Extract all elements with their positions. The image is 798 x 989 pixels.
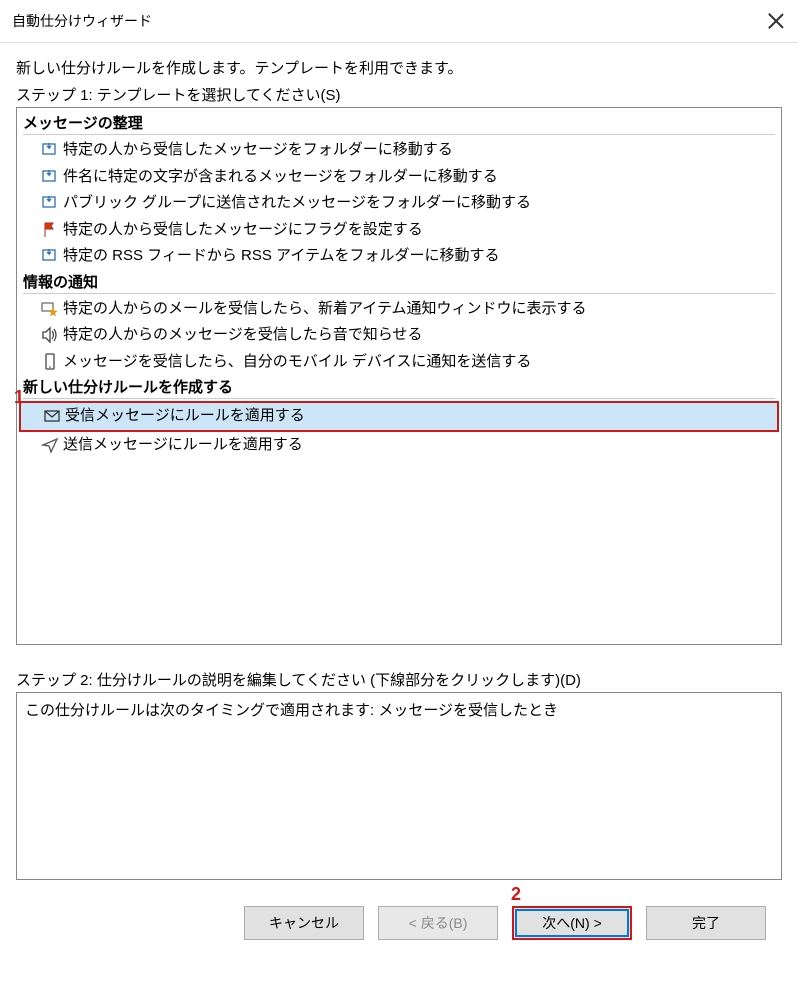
envelope-icon — [43, 407, 61, 425]
section-divider — [23, 293, 775, 294]
section-header-notify: 情報の通知 — [17, 270, 781, 293]
alert-star-icon — [41, 300, 59, 318]
title-bar: 自動仕分けウィザード — [0, 0, 798, 42]
template-alert-window[interactable]: 特定の人からのメールを受信したら、新着アイテム通知ウィンドウに表示する — [17, 296, 781, 323]
template-label: 特定の人からのメールを受信したら、新着アイテム通知ウィンドウに表示する — [63, 298, 587, 321]
template-flag-from-person[interactable]: 特定の人から受信したメッセージにフラグを設定する — [17, 217, 781, 244]
move-folder-icon — [41, 194, 59, 212]
section-divider — [23, 134, 775, 135]
wizard-content: 新しい仕分けルールを作成します。テンプレートを利用できます。 ステップ 1: テ… — [0, 43, 798, 940]
finish-button[interactable]: 完了 — [646, 906, 766, 940]
template-label: 特定の RSS フィードから RSS アイテムをフォルダーに移動する — [63, 245, 500, 268]
template-label: 件名に特定の文字が含まれるメッセージをフォルダーに移動する — [63, 166, 498, 189]
template-label: 特定の人から受信したメッセージにフラグを設定する — [63, 219, 423, 242]
template-label: パブリック グループに送信されたメッセージをフォルダーに移動する — [63, 192, 531, 215]
template-mobile-notify[interactable]: メッセージを受信したら、自分のモバイル デバイスに通知を送信する — [17, 349, 781, 376]
template-label: 送信メッセージにルールを適用する — [63, 434, 303, 457]
template-apply-received[interactable]: 受信メッセージにルールを適用する — [19, 401, 779, 432]
template-move-from-person[interactable]: 特定の人から受信したメッセージをフォルダーに移動する — [17, 137, 781, 164]
template-label: 特定の人からのメッセージを受信したら音で知らせる — [63, 324, 422, 347]
rule-description-text: この仕分けルールは次のタイミングで適用されます: メッセージを受信したとき — [25, 702, 558, 719]
template-label: 特定の人から受信したメッセージをフォルダーに移動する — [63, 139, 453, 162]
template-move-rss[interactable]: 特定の RSS フィードから RSS アイテムをフォルダーに移動する — [17, 243, 781, 270]
step2-label: ステップ 2: 仕分けルールの説明を編集してください (下線部分をクリックします… — [16, 669, 782, 690]
window-title: 自動仕分けウィザード — [12, 11, 152, 31]
move-folder-icon — [41, 168, 59, 186]
section-divider — [23, 398, 775, 399]
rule-description-box[interactable]: この仕分けルールは次のタイミングで適用されます: メッセージを受信したとき — [16, 692, 782, 880]
move-folder-icon — [41, 141, 59, 159]
next-button[interactable]: 次へ(N) > — [512, 906, 632, 940]
send-icon — [41, 436, 59, 454]
flag-icon — [41, 221, 59, 239]
button-row: 2 キャンセル < 戻る(B) 次へ(N) > 完了 — [16, 880, 782, 940]
intro-text: 新しい仕分けルールを作成します。テンプレートを利用できます。 — [16, 57, 782, 78]
template-label: メッセージを受信したら、自分のモバイル デバイスに通知を送信する — [63, 351, 531, 374]
sound-icon — [41, 326, 59, 344]
section-header-organize: メッセージの整理 — [17, 111, 781, 134]
template-move-public-group[interactable]: パブリック グループに送信されたメッセージをフォルダーに移動する — [17, 190, 781, 217]
annotation-marker-1: 1 — [14, 387, 24, 408]
mobile-icon — [41, 353, 59, 371]
template-apply-sent[interactable]: 送信メッセージにルールを適用する — [17, 432, 781, 459]
close-icon[interactable] — [768, 13, 784, 29]
back-button[interactable]: < 戻る(B) — [378, 906, 498, 940]
template-move-by-subject[interactable]: 件名に特定の文字が含まれるメッセージをフォルダーに移動する — [17, 164, 781, 191]
step1-label: ステップ 1: テンプレートを選択してください(S) — [16, 84, 782, 105]
move-folder-icon — [41, 247, 59, 265]
template-label: 受信メッセージにルールを適用する — [65, 405, 305, 428]
template-play-sound[interactable]: 特定の人からのメッセージを受信したら音で知らせる — [17, 322, 781, 349]
cancel-button[interactable]: キャンセル — [244, 906, 364, 940]
template-list[interactable]: メッセージの整理 特定の人から受信したメッセージをフォルダーに移動する 件名に特… — [16, 107, 782, 645]
annotation-marker-2: 2 — [511, 884, 521, 905]
section-header-create: 新しい仕分けルールを作成する — [17, 375, 781, 398]
